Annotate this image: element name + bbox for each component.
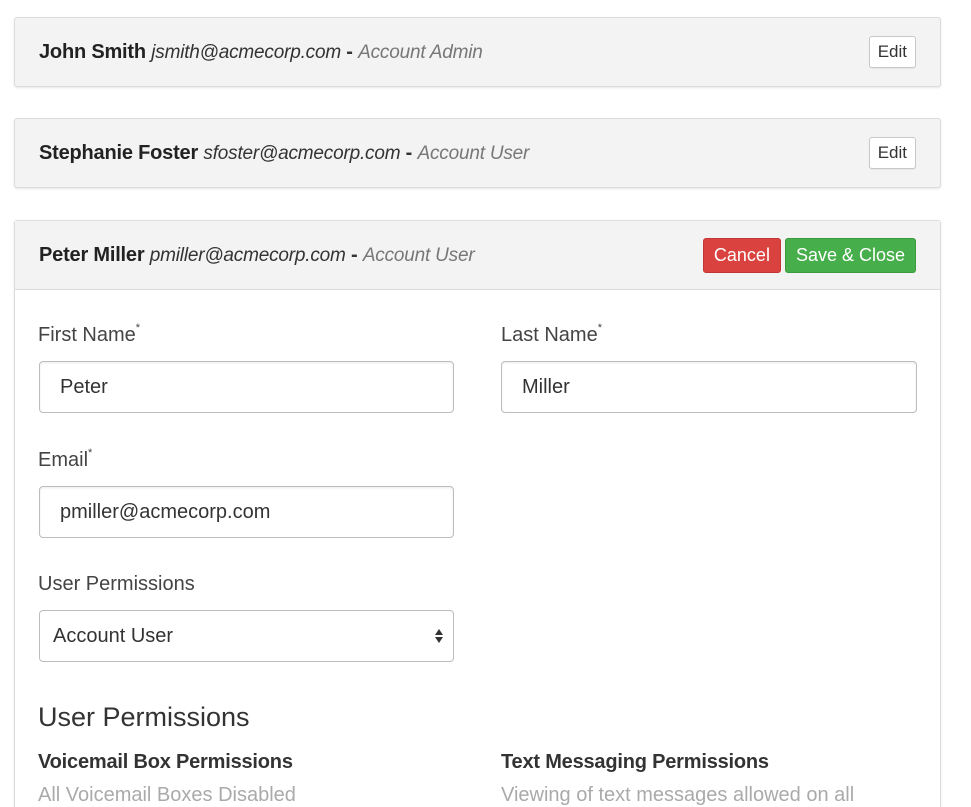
permissions-heading: User Permissions xyxy=(38,702,250,732)
required-mark: * xyxy=(135,322,141,334)
user-summary: Peter Miller pmiller@acmecorp.com - Acco… xyxy=(39,243,475,267)
select-value: Account User xyxy=(53,624,174,647)
user-name: John Smith xyxy=(39,40,146,63)
user-name: Peter Miller xyxy=(39,243,145,266)
user-role: Account User xyxy=(417,142,530,164)
text-permissions-title: Text Messaging Permissions xyxy=(501,751,769,773)
voicemail-permissions-title: Voicemail Box Permissions xyxy=(38,751,293,773)
user-card-stephanie-foster: Stephanie Foster sfoster@acmecorp.com - … xyxy=(14,118,941,188)
email-label: Email* xyxy=(38,447,93,471)
text-permissions-desc: Viewing of text messages allowed on all xyxy=(501,784,855,806)
separator: - xyxy=(400,141,418,164)
user-email: sfoster@acmecorp.com xyxy=(203,142,401,164)
last-name-input[interactable] xyxy=(501,361,917,413)
first-name-input[interactable] xyxy=(39,361,454,413)
edit-actions: Cancel Save & Close xyxy=(702,237,916,273)
email-input[interactable] xyxy=(39,486,454,538)
user-role: Account User xyxy=(362,244,475,266)
updown-arrows-icon xyxy=(435,629,443,643)
user-permissions-label: User Permissions xyxy=(38,573,195,595)
user-card-header: Peter Miller pmiller@acmecorp.com - Acco… xyxy=(15,221,940,290)
voicemail-permissions-desc: All Voicemail Boxes Disabled xyxy=(38,784,296,806)
user-role: Account Admin xyxy=(358,41,483,63)
user-email: jsmith@acmecorp.com xyxy=(151,41,341,63)
save-close-button[interactable]: Save & Close xyxy=(784,237,916,273)
user-card-john-smith: John Smith jsmith@acmecorp.com - Account… xyxy=(14,17,941,87)
cancel-button[interactable]: Cancel xyxy=(702,237,781,273)
edit-user-form: First Name* Last Name* Email* User Permi… xyxy=(15,290,940,807)
required-mark: * xyxy=(597,322,602,334)
user-name: Stephanie Foster xyxy=(39,141,199,164)
user-summary: John Smith jsmith@acmecorp.com - Account… xyxy=(39,41,483,64)
user-summary: Stephanie Foster sfoster@acmecorp.com - … xyxy=(39,142,529,165)
user-email: pmiller@acmecorp.com xyxy=(149,244,346,266)
required-mark: * xyxy=(88,447,93,459)
first-name-label: First Name* xyxy=(38,322,141,346)
edit-button[interactable]: Edit xyxy=(868,36,916,68)
user-card-header: Stephanie Foster sfoster@acmecorp.com - … xyxy=(15,119,940,187)
separator: - xyxy=(345,243,363,266)
user-card-header: John Smith jsmith@acmecorp.com - Account… xyxy=(15,18,940,86)
edit-button[interactable]: Edit xyxy=(868,137,916,169)
user-card-peter-miller: Peter Miller pmiller@acmecorp.com - Acco… xyxy=(14,220,941,807)
last-name-label: Last Name* xyxy=(501,322,602,346)
separator: - xyxy=(340,40,359,63)
user-permissions-select[interactable]: Account User xyxy=(39,610,454,662)
